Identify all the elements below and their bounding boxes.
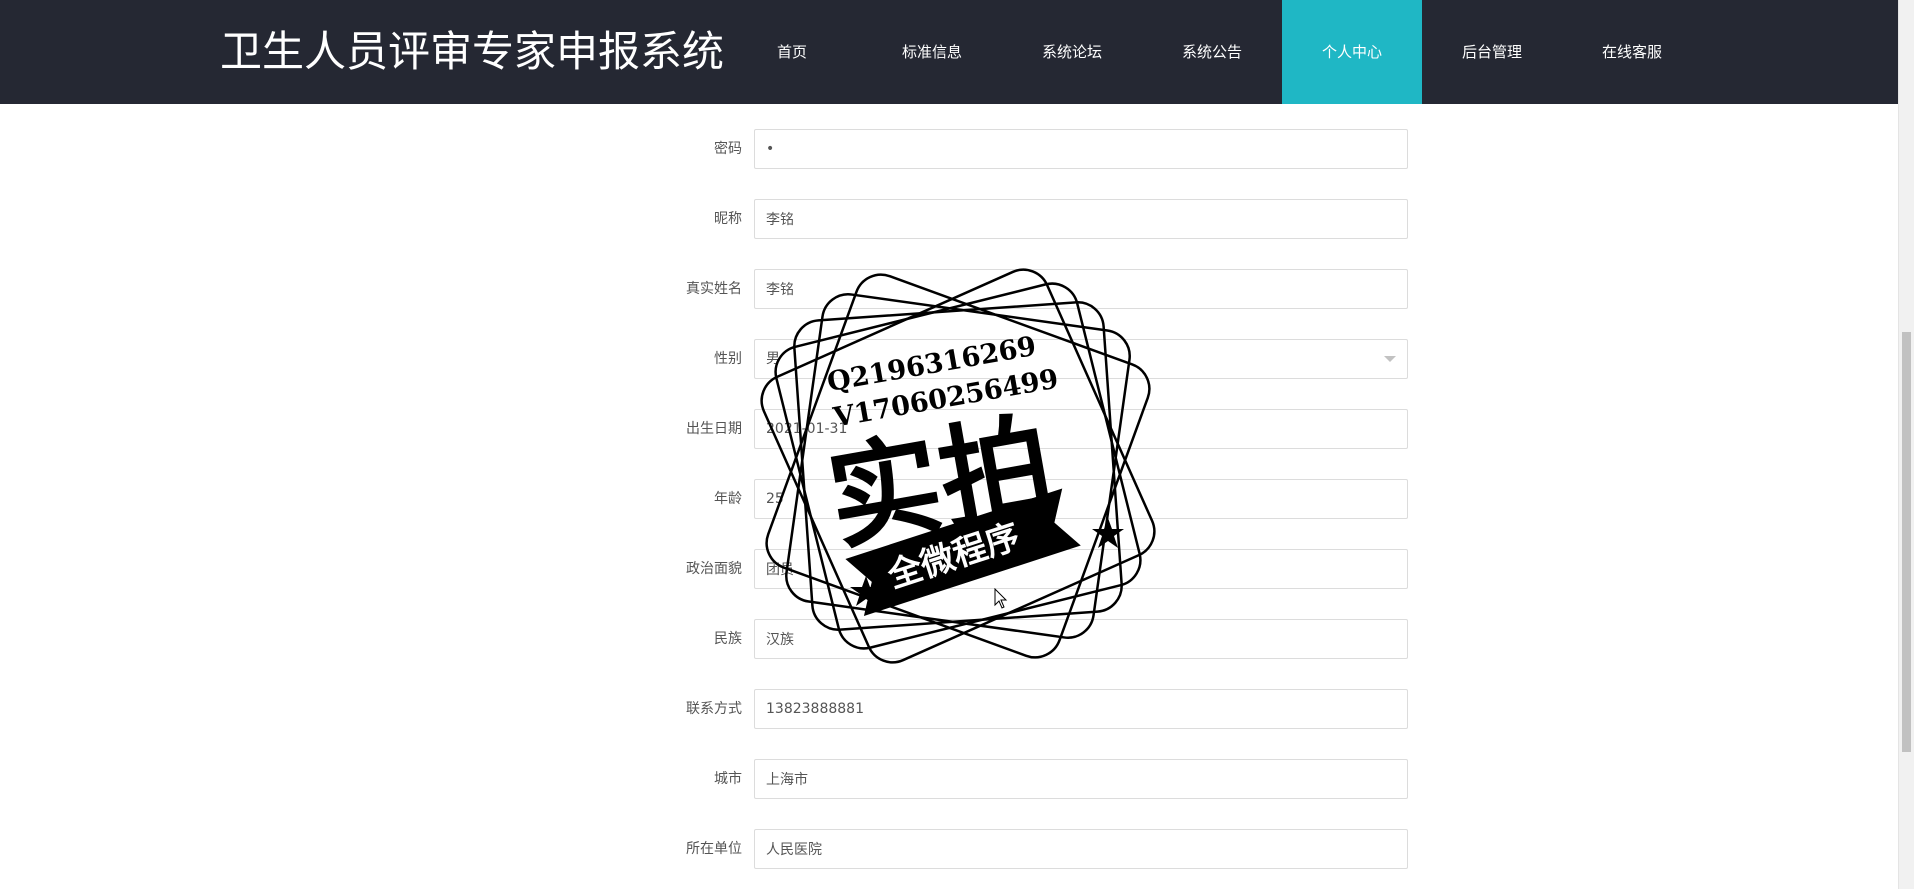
site-title: 卫生人员评审专家申报系统: [220, 27, 725, 76]
top-header: 卫生人员评审专家申报系统 首页 标准信息 系统论坛 系统公告 个人中心 后台管理…: [0, 0, 1898, 104]
page: 卫生人员评审专家申报系统 首页 标准信息 系统论坛 系统公告 个人中心 后台管理…: [0, 0, 1914, 889]
form-row-real-name: 真实姓名: [660, 269, 1410, 339]
form-row-nickname: 昵称: [660, 199, 1410, 269]
real-name-label: 真实姓名: [686, 281, 742, 297]
city-field[interactable]: [754, 759, 1408, 799]
gender-selected-value[interactable]: 男: [754, 339, 1408, 379]
form-row-ethnicity: 民族: [660, 619, 1410, 689]
nav-announcements[interactable]: 系统公告: [1142, 0, 1282, 104]
nickname-field[interactable]: [754, 199, 1408, 239]
nav-standards[interactable]: 标准信息: [862, 0, 1002, 104]
gender-label: 性别: [714, 351, 742, 367]
real-name-field[interactable]: [754, 269, 1408, 309]
contact-field[interactable]: [754, 689, 1408, 729]
nickname-label: 昵称: [714, 211, 742, 227]
nav-personal-center[interactable]: 个人中心: [1282, 0, 1422, 104]
nav-forum[interactable]: 系统论坛: [1002, 0, 1142, 104]
age-label: 年龄: [714, 491, 742, 507]
form-row-birth-date: 出生日期: [660, 409, 1410, 479]
chevron-down-icon[interactable]: [1384, 356, 1396, 362]
form-row-city: 城市: [660, 759, 1410, 829]
city-label: 城市: [714, 771, 742, 787]
birth-date-field[interactable]: [754, 409, 1408, 449]
contact-label: 联系方式: [686, 701, 742, 717]
form-row-contact: 联系方式: [660, 689, 1410, 759]
password-label: 密码: [714, 141, 742, 157]
birth-date-label: 出生日期: [686, 421, 742, 437]
vertical-scrollbar[interactable]: [1898, 0, 1914, 889]
password-field[interactable]: [754, 129, 1408, 169]
form-row-password: 密码: [660, 129, 1410, 199]
form-row-age: 年龄: [660, 479, 1410, 549]
nav-admin[interactable]: 后台管理: [1422, 0, 1562, 104]
main-nav: 首页 标准信息 系统论坛 系统公告 个人中心 后台管理 在线客服: [722, 0, 1702, 104]
political-status-field[interactable]: [754, 549, 1408, 589]
nav-home[interactable]: 首页: [722, 0, 862, 104]
political-status-label: 政治面貌: [686, 561, 742, 577]
nav-online-service[interactable]: 在线客服: [1562, 0, 1702, 104]
employer-field[interactable]: [754, 829, 1408, 869]
mouse-cursor-icon: [994, 588, 1008, 609]
ethnicity-field[interactable]: [754, 619, 1408, 659]
age-field[interactable]: [754, 479, 1408, 519]
form-row-political: 政治面貌: [660, 549, 1410, 619]
form-row-gender: 性别 男: [660, 339, 1410, 409]
profile-form: 密码 昵称 真实姓名 性别 男 出生日期 年龄 政治面貌: [660, 129, 1410, 889]
ethnicity-label: 民族: [714, 631, 742, 647]
form-row-employer: 所在单位: [660, 829, 1410, 889]
gender-select[interactable]: 男: [754, 339, 1408, 379]
employer-label: 所在单位: [686, 841, 742, 857]
scrollbar-thumb[interactable]: [1902, 332, 1911, 752]
